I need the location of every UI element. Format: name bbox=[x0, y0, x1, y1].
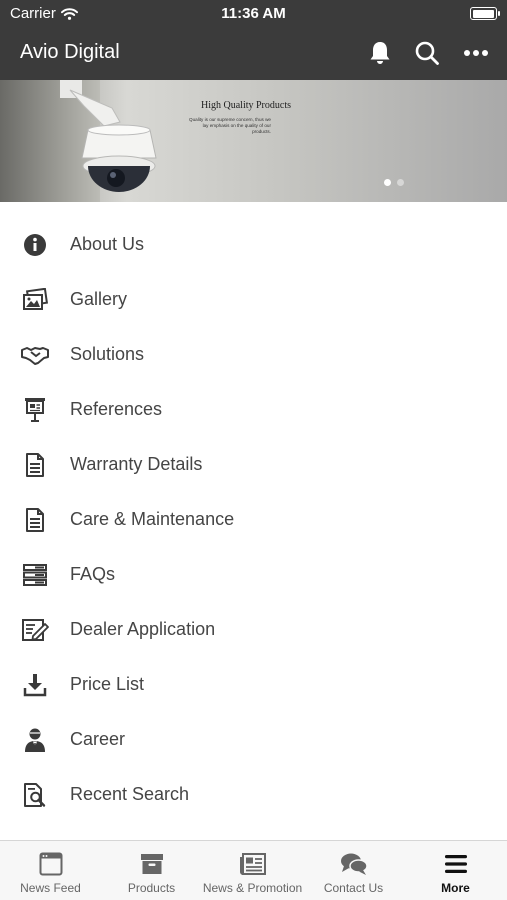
newspaper-icon bbox=[202, 851, 303, 877]
menu-item-label: Price List bbox=[70, 674, 145, 694]
banner-subtext: Quality is our supreme concern, thus we … bbox=[189, 117, 271, 134]
search-document-icon bbox=[21, 781, 49, 809]
person-icon bbox=[21, 726, 49, 754]
status-time: 11:36 AM bbox=[221, 5, 286, 22]
banner-dot[interactable] bbox=[397, 179, 404, 186]
more-icon[interactable] bbox=[461, 38, 491, 68]
menu-item-care-maintenance[interactable]: Care & Maintenance bbox=[0, 491, 507, 546]
document-icon bbox=[21, 451, 49, 479]
menu-item-warranty-details[interactable]: Warranty Details bbox=[0, 436, 507, 491]
battery-icon bbox=[470, 7, 500, 20]
browser-window-icon bbox=[0, 851, 101, 877]
menu-item-label: Gallery bbox=[70, 289, 128, 309]
banner-heading: High Quality Products bbox=[201, 100, 291, 111]
app-title: Avio Digital bbox=[20, 41, 120, 63]
nav-bar: Avio Digital bbox=[0, 28, 507, 80]
chat-bubbles-icon bbox=[303, 851, 404, 877]
menu-item-label: Warranty Details bbox=[70, 454, 203, 474]
menu-item-gallery[interactable]: Gallery bbox=[0, 271, 507, 326]
menu-item-label: Career bbox=[70, 729, 126, 749]
menu-item-label: References bbox=[70, 399, 163, 419]
promo-banner[interactable]: High Quality Products Quality is our sup… bbox=[0, 80, 507, 202]
menu-item-price-list[interactable]: Price List bbox=[0, 656, 507, 711]
banner-cameras-image bbox=[60, 80, 157, 192]
bottom-tab-bar: News Feed Products News & Promotion Cont… bbox=[0, 840, 507, 900]
tab-label: Contact Us bbox=[323, 881, 384, 895]
menu-item-label: Care & Maintenance bbox=[70, 509, 235, 529]
banner-page-indicator[interactable] bbox=[384, 179, 404, 186]
menu-item-career[interactable]: Career bbox=[0, 711, 507, 766]
menu-item-dealer-application[interactable]: Dealer Application bbox=[0, 601, 507, 656]
gallery-icon bbox=[21, 286, 49, 314]
download-icon bbox=[21, 671, 49, 699]
search-icon[interactable] bbox=[412, 38, 442, 68]
bell-icon[interactable] bbox=[365, 38, 395, 68]
handshake-icon bbox=[21, 341, 49, 369]
tab-label: Products bbox=[127, 881, 176, 895]
hamburger-menu-icon bbox=[405, 851, 506, 877]
more-menu-list: About Us Gallery Solutions References Wa… bbox=[0, 202, 507, 840]
tab-contact-us[interactable]: Contact Us bbox=[303, 841, 404, 900]
menu-item-label: Dealer Application bbox=[70, 619, 216, 639]
menu-item-label: Solutions bbox=[70, 344, 145, 364]
menu-item-label: Recent Search bbox=[70, 784, 190, 804]
banner-dot[interactable] bbox=[384, 179, 391, 186]
battery-level bbox=[472, 9, 494, 18]
menu-item-faqs[interactable]: FAQs bbox=[0, 546, 507, 601]
menu-item-solutions[interactable]: Solutions bbox=[0, 326, 507, 381]
tab-label: News Feed bbox=[20, 881, 81, 895]
tab-news-promotion[interactable]: News & Promotion bbox=[202, 841, 303, 900]
menu-item-label: About Us bbox=[70, 234, 145, 254]
menu-item-partial[interactable] bbox=[0, 821, 507, 840]
tab-news-feed[interactable]: News Feed bbox=[0, 841, 101, 900]
presentation-board-icon bbox=[21, 396, 49, 424]
info-icon bbox=[21, 231, 49, 259]
menu-item-label: FAQs bbox=[70, 564, 116, 584]
menu-item-references[interactable]: References bbox=[0, 381, 507, 436]
menu-item-about-us[interactable]: About Us bbox=[0, 216, 507, 271]
document-icon bbox=[21, 506, 49, 534]
server-list-icon bbox=[21, 561, 49, 589]
status-bar: Carrier 11:36 AM bbox=[0, 0, 507, 28]
app-header: Carrier 11:36 AM Avio Digital bbox=[0, 0, 507, 80]
tab-label: More bbox=[441, 881, 470, 895]
menu-item-recent-search[interactable]: Recent Search bbox=[0, 766, 507, 821]
form-edit-icon bbox=[21, 616, 49, 644]
tab-label: News & Promotion bbox=[202, 881, 303, 895]
tab-more[interactable]: More bbox=[405, 841, 506, 900]
tab-products[interactable]: Products bbox=[101, 841, 202, 900]
archive-box-icon bbox=[101, 851, 202, 877]
